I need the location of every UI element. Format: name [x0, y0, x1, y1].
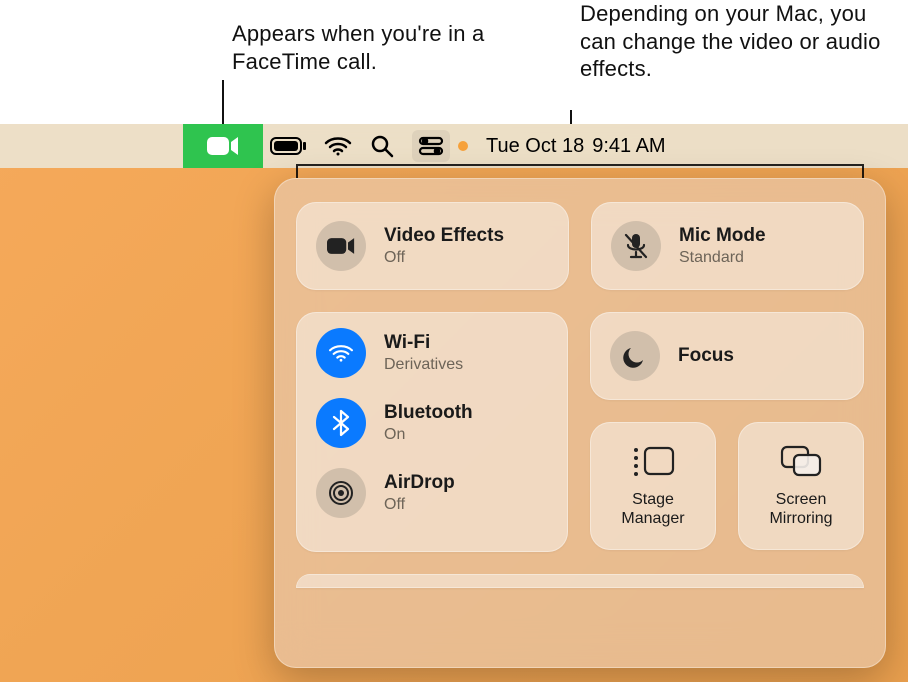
video-camera-icon — [316, 221, 366, 271]
mic-muted-icon — [611, 221, 661, 271]
bluetooth-status: On — [384, 426, 473, 444]
menubar-clock[interactable]: Tue Oct 18 9:41 AM — [486, 135, 666, 158]
display-tile-partial[interactable] — [296, 574, 864, 588]
battery-icon[interactable] — [270, 130, 306, 162]
panel-bracket — [296, 164, 864, 178]
menu-bar: Tue Oct 18 9:41 AM — [0, 124, 908, 168]
mic-mode-title: Mic Mode — [679, 225, 766, 247]
airdrop-icon — [316, 468, 366, 518]
annotation-facetime: Appears when you're in a FaceTime call. — [232, 20, 492, 75]
wifi-status: Derivatives — [384, 356, 463, 374]
screen-mirroring-tile[interactable]: Screen Mirroring — [738, 422, 864, 550]
airdrop-row[interactable]: AirDrop Off — [316, 468, 548, 518]
video-camera-icon — [207, 135, 239, 157]
bluetooth-row[interactable]: Bluetooth On — [316, 398, 548, 448]
wifi-title: Wi-Fi — [384, 332, 463, 354]
video-effects-tile[interactable]: Video Effects Off — [296, 202, 569, 290]
video-effects-title: Video Effects — [384, 225, 504, 247]
mic-mode-status: Standard — [679, 249, 766, 267]
airdrop-title: AirDrop — [384, 472, 455, 494]
screen-mirroring-label: Screen Mirroring — [748, 491, 854, 528]
stage-manager-icon — [631, 444, 675, 483]
focus-tile[interactable]: Focus — [590, 312, 864, 400]
wifi-row[interactable]: Wi-Fi Derivatives — [316, 328, 548, 378]
control-center-icon[interactable] — [412, 130, 450, 162]
annotation-effects: Depending on your Mac, you can change th… — [580, 0, 900, 83]
spotlight-icon[interactable] — [370, 130, 394, 162]
screen-mirroring-icon — [779, 444, 823, 483]
mic-indicator-dot — [458, 141, 468, 151]
video-effects-status: Off — [384, 249, 504, 267]
wifi-icon[interactable] — [324, 130, 352, 162]
mic-mode-tile[interactable]: Mic Mode Standard — [591, 202, 864, 290]
stage-manager-label: Stage Manager — [600, 491, 706, 528]
facetime-menubar-button[interactable] — [183, 124, 263, 168]
bluetooth-title: Bluetooth — [384, 402, 473, 424]
bluetooth-icon — [316, 398, 366, 448]
moon-icon — [610, 331, 660, 381]
stage-manager-tile[interactable]: Stage Manager — [590, 422, 716, 550]
airdrop-status: Off — [384, 496, 455, 514]
menubar-date: Tue Oct 18 — [486, 135, 584, 157]
control-center-panel: Video Effects Off Mic Mode Standard Wi-F… — [274, 178, 886, 668]
wifi-icon — [316, 328, 366, 378]
menubar-time: 9:41 AM — [592, 135, 665, 157]
focus-title: Focus — [678, 345, 734, 367]
connectivity-tile: Wi-Fi Derivatives Bluetooth On AirDrop — [296, 312, 568, 552]
